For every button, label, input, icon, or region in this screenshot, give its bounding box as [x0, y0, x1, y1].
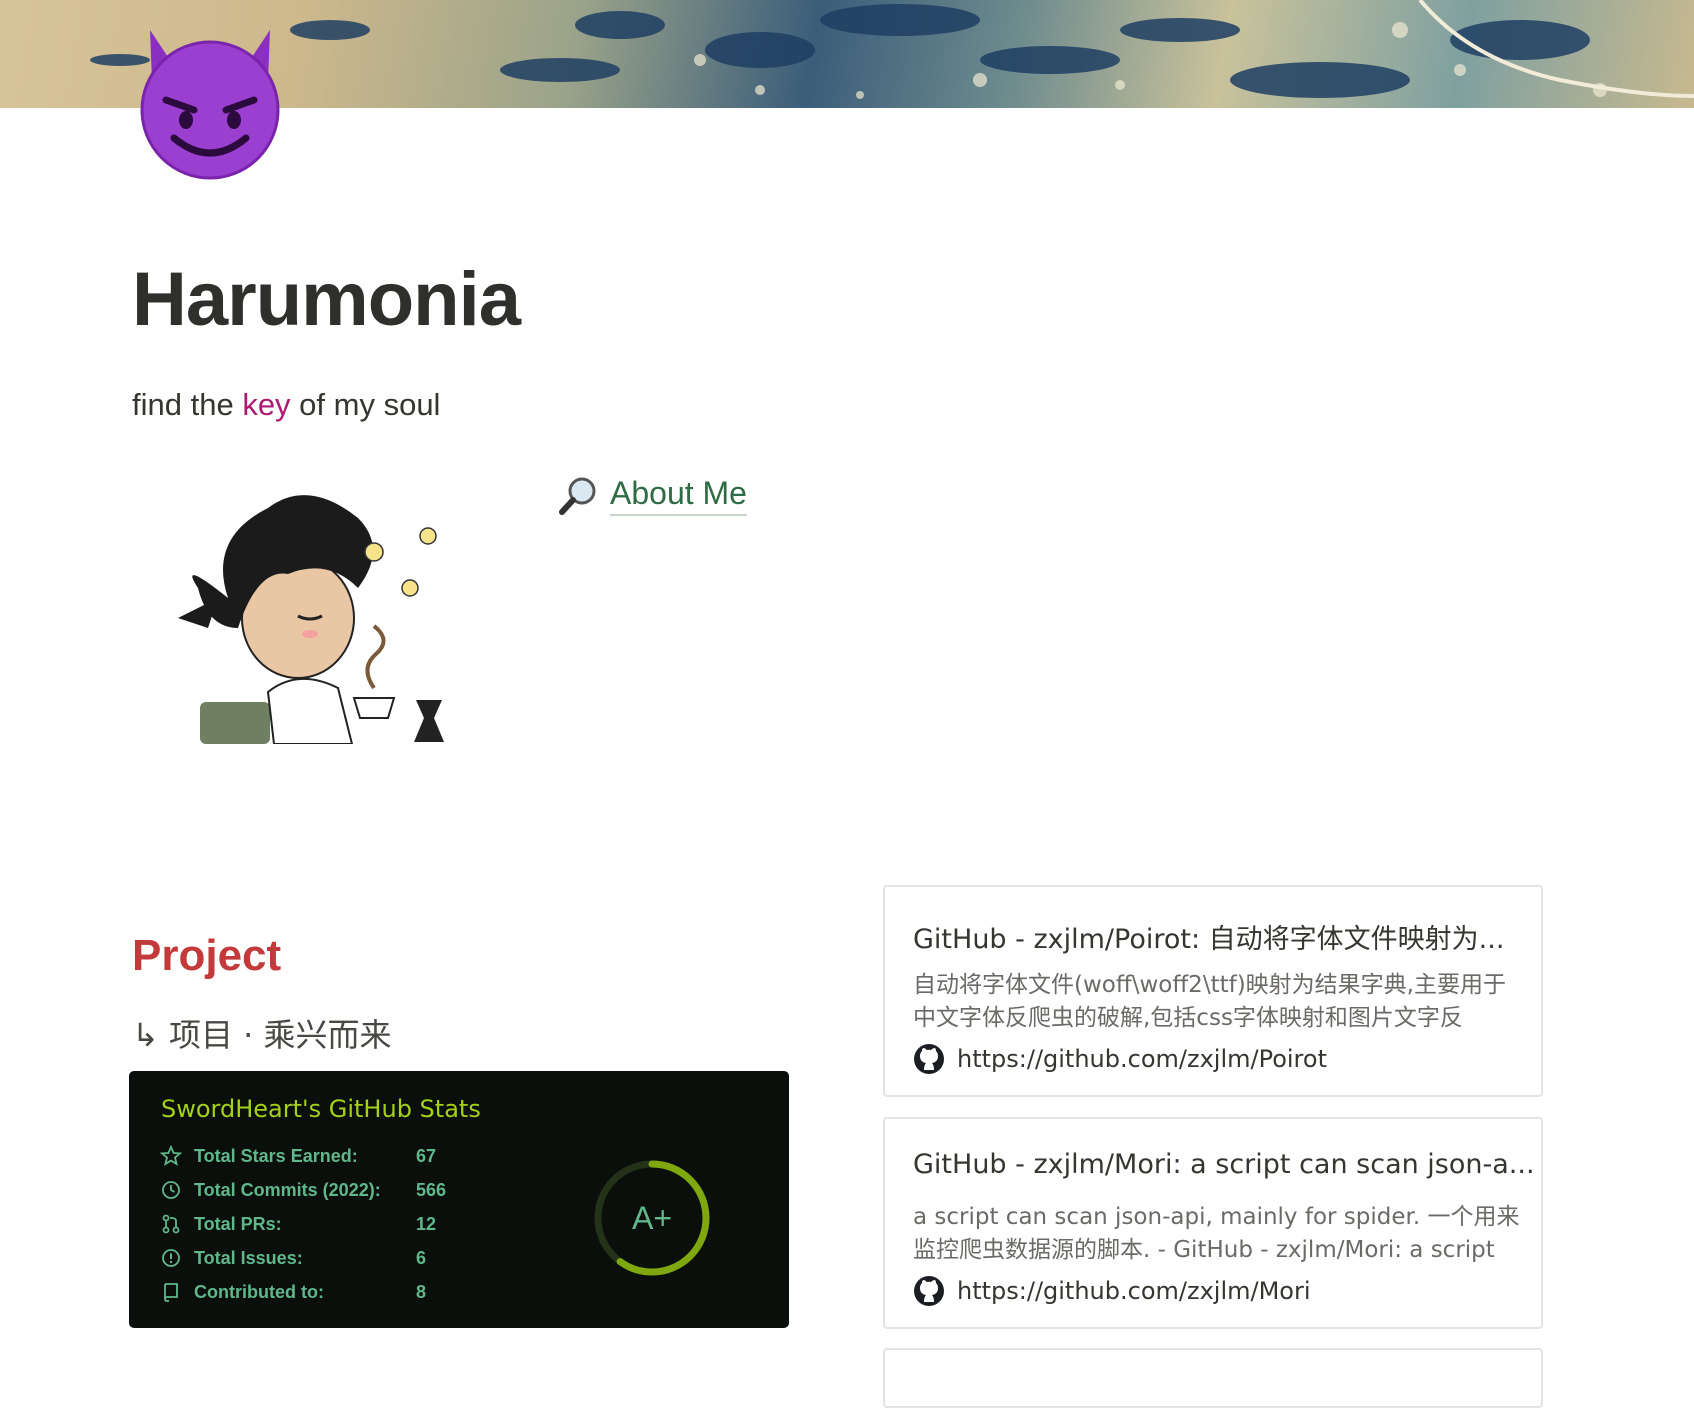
- stat-label: Total Stars Earned:: [194, 1145, 358, 1166]
- project-heading: Project: [132, 931, 282, 980]
- subtitle-text-before: find the: [132, 387, 243, 422]
- bookmark-title: GitHub - zxjlm/Mori: a script can scan j…: [913, 1149, 1535, 1180]
- project-subheading: ↳ 项目 · 乘兴而来: [132, 1016, 392, 1054]
- stat-row: Contributed to: 8: [160, 1277, 476, 1307]
- history-icon: [162, 1181, 180, 1199]
- stat-value: 6: [416, 1247, 427, 1268]
- stat-label: Total PRs:: [194, 1213, 282, 1234]
- smiling-devil-icon[interactable]: [130, 30, 290, 180]
- bookmark-description: 自动将字体文件(woff\woff2\ttf)映射为结果字典,主要用于中文字体反…: [913, 972, 1506, 1031]
- stat-row: Total PRs: 12: [160, 1209, 476, 1239]
- character-illustration[interactable]: [138, 478, 458, 745]
- about-me-link[interactable]: About Me: [610, 476, 747, 516]
- bookmark-description: a script can scan json-api, mainly for s…: [913, 1204, 1520, 1263]
- stat-row: Total Stars Earned: 67: [160, 1141, 476, 1171]
- bookmark-title: GitHub - zxjlm/Poirot: 自动将字体文件映射为...: [913, 924, 1505, 955]
- page-title: Harumonia: [132, 257, 521, 342]
- grade-text: A+: [632, 1200, 672, 1236]
- stat-row: Total Issues: 6: [160, 1243, 476, 1273]
- about-me-link-block[interactable]: About Me: [556, 474, 747, 518]
- bookmark-card-poirot[interactable]: GitHub - zxjlm/Poirot: 自动将字体文件映射为... 自动将…: [883, 885, 1543, 1097]
- subtitle-highlight: key: [242, 387, 291, 422]
- issue-icon: [162, 1249, 180, 1267]
- page-subtitle: find the key of my soul: [132, 386, 440, 423]
- stat-value: 12: [416, 1213, 437, 1234]
- bookmark-url: https://github.com/zxjlm/Mori: [957, 1277, 1311, 1305]
- pull-request-icon: [162, 1214, 180, 1234]
- stat-label: Total Issues:: [194, 1247, 303, 1268]
- bookmark-url-row: https://github.com/zxjlm/Poirot: [913, 1043, 1327, 1075]
- repo-icon: [164, 1283, 178, 1302]
- github-icon: [914, 1276, 944, 1306]
- bookmark-url-row: https://github.com/zxjlm/Mori: [913, 1275, 1311, 1307]
- stat-label: Contributed to:: [194, 1281, 324, 1302]
- stat-value: 67: [416, 1145, 437, 1166]
- stat-value: 566: [416, 1179, 447, 1200]
- star-icon: [160, 1145, 182, 1166]
- stat-value: 8: [416, 1281, 427, 1302]
- stat-row: Total Commits (2022): 566: [160, 1175, 476, 1205]
- github-icon: [914, 1044, 944, 1074]
- grade-ring: A+: [594, 1160, 710, 1276]
- stat-label: Total Commits (2022):: [194, 1179, 381, 1200]
- stats-title: SwordHeart's GitHub Stats: [161, 1095, 481, 1123]
- bookmark-card-partial[interactable]: [883, 1348, 1543, 1408]
- magnifier-icon: [556, 474, 600, 518]
- bookmark-url: https://github.com/zxjlm/Poirot: [957, 1045, 1327, 1073]
- bookmark-card-mori[interactable]: GitHub - zxjlm/Mori: a script can scan j…: [883, 1117, 1543, 1329]
- subtitle-text-after: of my soul: [290, 387, 441, 422]
- github-stats-card[interactable]: SwordHeart's GitHub Stats Total Stars Ea…: [129, 1071, 789, 1328]
